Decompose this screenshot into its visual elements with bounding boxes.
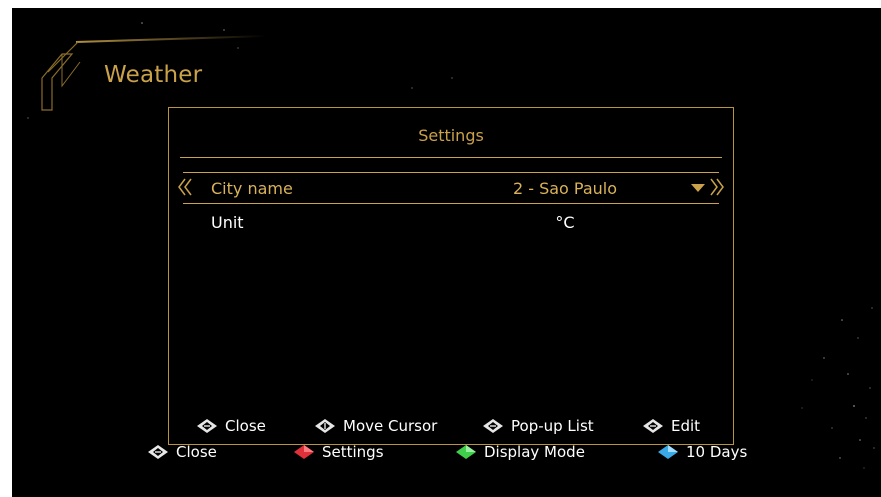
popup-list-hint[interactable]: Pop-up List	[483, 417, 594, 435]
edit-hint[interactable]: Edit	[643, 417, 700, 435]
close-hint-label: Close	[225, 417, 266, 435]
ok-key-icon	[483, 419, 503, 433]
dialog-hint-bar: Close Move Cursor Pop-up List Edit	[169, 417, 733, 437]
move-cursor-hint-label: Move Cursor	[343, 417, 438, 435]
close-hint[interactable]: Close	[197, 417, 266, 435]
footer-display-mode-hint[interactable]: Display Mode	[456, 443, 585, 461]
selection-top-line	[183, 172, 719, 173]
blue-key-icon	[658, 445, 678, 459]
ok-key-icon	[643, 419, 663, 433]
red-key-icon	[294, 445, 314, 459]
city-name-label: City name	[211, 179, 293, 198]
right-double-arrow-icon[interactable]	[709, 176, 725, 198]
tv-screen: Weather Settings City name 2 - Sao Paulo…	[12, 8, 881, 497]
unit-label: Unit	[211, 213, 244, 232]
footer-close-label: Close	[176, 443, 217, 461]
green-key-icon	[456, 445, 476, 459]
popup-list-hint-label: Pop-up List	[511, 417, 594, 435]
footer-settings-hint[interactable]: Settings	[294, 443, 384, 461]
unit-value[interactable]: °C	[465, 213, 665, 232]
settings-dialog: Settings City name 2 - Sao Paulo Unit °C	[168, 107, 734, 445]
ok-key-icon	[197, 419, 217, 433]
move-cursor-hint[interactable]: Move Cursor	[315, 417, 437, 435]
footer-10-days-hint[interactable]: 10 Days	[658, 443, 747, 461]
footer-close-hint[interactable]: Close	[148, 443, 217, 461]
city-name-value[interactable]: 2 - Sao Paulo	[465, 179, 665, 198]
dialog-title: Settings	[418, 126, 484, 145]
app-title: Weather	[104, 62, 203, 88]
selection-bottom-line	[183, 203, 719, 204]
city-name-row[interactable]: City name 2 - Sao Paulo	[169, 172, 733, 204]
dropdown-triangle-icon[interactable]	[691, 183, 705, 193]
title-divider	[180, 157, 722, 158]
footer-display-mode-label: Display Mode	[484, 443, 585, 461]
footer-hint-bar: Close Settings Display Mode 10 Days	[12, 443, 881, 463]
edit-hint-label: Edit	[671, 417, 701, 435]
left-double-arrow-icon[interactable]	[177, 176, 193, 198]
footer-10-days-label: 10 Days	[686, 443, 748, 461]
exit-key-icon	[148, 445, 168, 459]
updown-key-icon	[315, 419, 335, 433]
footer-settings-label: Settings	[322, 443, 384, 461]
unit-row[interactable]: Unit °C	[169, 206, 733, 238]
